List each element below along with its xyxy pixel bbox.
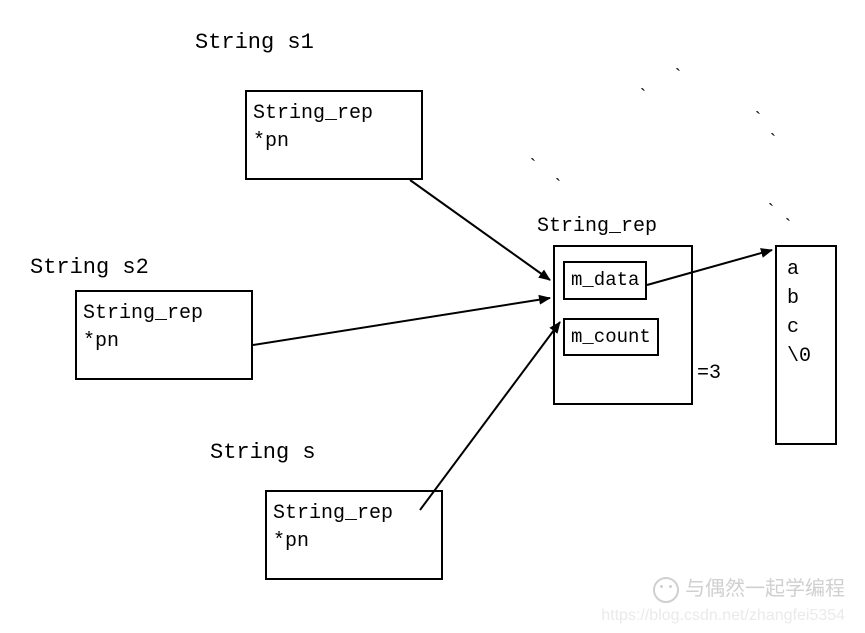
stray-mark-5: ` xyxy=(755,108,761,129)
box-s-ptr: *pn xyxy=(273,528,435,556)
label-s2: String s2 xyxy=(30,255,149,280)
stray-mark-1: ` xyxy=(530,155,536,176)
arrow-s1-to-rep xyxy=(410,180,550,280)
field-m-count: m_count xyxy=(563,318,659,357)
box-string-rep: m_data m_count xyxy=(553,245,693,405)
box-s-type: String_rep xyxy=(273,500,435,528)
label-s1: String s1 xyxy=(195,30,314,55)
box-s2-ptr: *pn xyxy=(83,328,245,356)
char-0: a xyxy=(787,255,825,284)
stray-mark-7: ` xyxy=(768,200,774,221)
box-string-s: String_rep *pn xyxy=(265,490,443,580)
box-string-s1: String_rep *pn xyxy=(245,90,423,180)
watermark-text: 与偶然一起学编程 xyxy=(653,572,845,603)
arrow-s2-to-rep xyxy=(253,298,550,345)
box-s2-type: String_rep xyxy=(83,300,245,328)
box-s1-type: String_rep xyxy=(253,100,415,128)
wechat-icon xyxy=(653,577,679,603)
label-s: String s xyxy=(210,440,316,465)
char-2: c xyxy=(787,313,825,342)
label-string-rep: String_rep xyxy=(537,215,657,238)
box-string-s2: String_rep *pn xyxy=(75,290,253,380)
field-m-data: m_data xyxy=(563,261,647,300)
watermark-text-label: 与偶然一起学编程 xyxy=(685,578,845,600)
box-char-data: a b c \0 xyxy=(775,245,837,445)
stray-mark-6: ` xyxy=(770,130,776,151)
stray-mark-4: ` xyxy=(675,65,681,86)
watermark-url: https://blog.csdn.net/zhangfei5354 xyxy=(601,607,845,625)
stray-mark-3: ` xyxy=(640,85,646,106)
char-1: b xyxy=(787,284,825,313)
stray-mark-2: ` xyxy=(555,175,561,196)
stray-mark-8: ` xyxy=(785,215,791,236)
box-s1-ptr: *pn xyxy=(253,128,415,156)
char-3: \0 xyxy=(787,342,825,371)
arrow-s-to-rep xyxy=(420,322,560,510)
label-count-value: =3 xyxy=(697,362,721,385)
